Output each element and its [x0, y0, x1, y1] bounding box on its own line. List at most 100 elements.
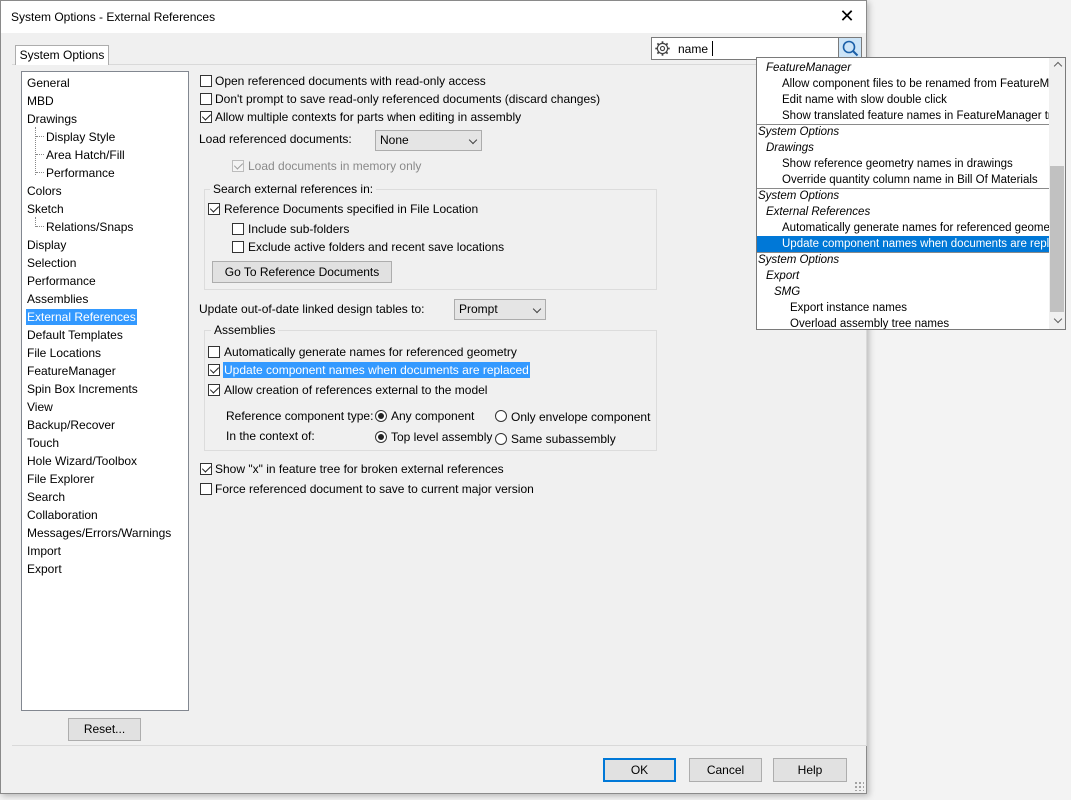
result-item[interactable]: Show reference geometry names in drawing…: [757, 156, 1065, 172]
tree-item-area-hatch[interactable]: Area Hatch/Fill: [46, 147, 125, 163]
options-tree[interactable]: General MBD Drawings Display Style Area …: [21, 71, 189, 711]
reference-documents-checkbox[interactable]: [208, 203, 220, 215]
scroll-up-icon[interactable]: [1053, 61, 1063, 71]
tree-item-search[interactable]: Search: [27, 489, 65, 505]
go-to-reference-documents-button[interactable]: Go To Reference Documents: [212, 261, 392, 283]
tree-item-display-style[interactable]: Display Style: [46, 129, 115, 145]
load-memory-label: Load documents in memory only: [248, 159, 422, 173]
tree-item-performance[interactable]: Performance: [27, 273, 96, 289]
open-readonly-checkbox[interactable]: [200, 75, 212, 87]
update-tables-dropdown[interactable]: Prompt: [454, 299, 546, 320]
tree-item-drawings-performance[interactable]: Performance: [46, 165, 115, 181]
load-referenced-dropdown[interactable]: None: [375, 130, 482, 151]
tree-item-default-templates[interactable]: Default Templates: [27, 327, 123, 343]
scrollbar-thumb[interactable]: [1050, 166, 1064, 312]
tree-item-touch[interactable]: Touch: [27, 435, 59, 451]
result-category: External References: [766, 206, 871, 218]
tree-item-display[interactable]: Display: [27, 237, 66, 253]
tree-item-file-explorer[interactable]: File Explorer: [27, 471, 94, 487]
tree-item-assemblies[interactable]: Assemblies: [27, 291, 88, 307]
update-tables-value: Prompt: [459, 302, 498, 316]
tree-item-general[interactable]: General: [27, 75, 70, 91]
resize-grip-icon[interactable]: [854, 781, 864, 791]
tree-item-sketch[interactable]: Sketch: [27, 201, 64, 217]
result-item-selected[interactable]: Update component names when documents ar…: [757, 236, 1065, 252]
system-options-dialog: System Options - External References ✕ S…: [0, 0, 867, 794]
only-envelope-radio[interactable]: [495, 410, 507, 422]
chevron-down-icon: [468, 135, 478, 145]
scroll-down-icon[interactable]: [1053, 314, 1063, 324]
tree-item-featuremanager[interactable]: FeatureManager: [27, 363, 116, 379]
tree-item-collaboration[interactable]: Collaboration: [27, 507, 98, 523]
cancel-button[interactable]: Cancel: [689, 758, 762, 782]
dropdown-scrollbar[interactable]: [1049, 58, 1065, 329]
close-icon[interactable]: ✕: [836, 5, 858, 27]
tree-item-file-locations[interactable]: File Locations: [27, 345, 101, 361]
auto-generate-names-label: Automatically generate names for referen…: [224, 345, 517, 359]
allow-multiple-contexts-label: Allow multiple contexts for parts when e…: [215, 110, 522, 124]
any-component-radio[interactable]: [375, 410, 387, 422]
tree-item-backup-recover[interactable]: Backup/Recover: [27, 417, 115, 433]
tree-connector: [36, 154, 44, 155]
open-readonly-label: Open referenced documents with read-only…: [215, 74, 486, 88]
tree-item-spin-box-increments[interactable]: Spin Box Increments: [27, 381, 138, 397]
top-level-assembly-radio[interactable]: [375, 431, 387, 443]
any-component-label: Any component: [391, 409, 475, 423]
result-item[interactable]: Show translated feature names in Feature…: [757, 108, 1065, 124]
update-component-names-label: Update component names when documents ar…: [223, 362, 530, 378]
force-save-checkbox[interactable]: [200, 483, 212, 495]
search-button[interactable]: [838, 38, 861, 59]
result-group: System Options: [758, 126, 840, 138]
result-item[interactable]: Export instance names: [757, 300, 1065, 316]
tree-item-import[interactable]: Import: [27, 543, 61, 559]
allow-multiple-contexts-checkbox[interactable]: [200, 111, 212, 123]
result-item[interactable]: Automatically generate names for referen…: [757, 220, 1065, 236]
tree-item-external-references[interactable]: External References: [26, 309, 137, 325]
top-level-assembly-label: Top level assembly: [391, 430, 493, 444]
show-x-checkbox[interactable]: [200, 463, 212, 475]
reset-button[interactable]: Reset...: [68, 718, 141, 741]
exclude-active-checkbox[interactable]: [232, 241, 244, 253]
result-item[interactable]: Override quantity column name in Bill Of…: [757, 172, 1065, 188]
update-component-names-checkbox[interactable]: [208, 364, 220, 376]
allow-creation-label: Allow creation of references external to…: [224, 383, 488, 397]
chevron-down-icon: [532, 304, 542, 314]
tree-item-mbd[interactable]: MBD: [27, 93, 54, 109]
tree-item-drawings[interactable]: Drawings: [27, 111, 77, 127]
tree-item-messages[interactable]: Messages/Errors/Warnings: [27, 525, 171, 541]
result-item[interactable]: Overload assembly tree names: [757, 316, 1065, 329]
tree-item-view[interactable]: View: [27, 399, 53, 415]
include-subfolders-checkbox[interactable]: [232, 223, 244, 235]
search-icon: [842, 40, 859, 57]
result-category: FeatureManager: [766, 62, 852, 74]
load-memory-checkbox[interactable]: [232, 160, 244, 172]
window-title: System Options - External References: [11, 10, 216, 24]
result-group: System Options: [758, 190, 840, 202]
ok-button[interactable]: OK: [603, 758, 676, 782]
exclude-active-label: Exclude active folders and recent save l…: [248, 240, 505, 254]
tree-item-colors[interactable]: Colors: [27, 183, 62, 199]
tree-item-hole-wizard[interactable]: Hole Wizard/Toolbox: [27, 453, 137, 469]
result-item[interactable]: Edit name with slow double click: [757, 92, 1065, 108]
search-input[interactable]: name: [678, 41, 708, 57]
tree-item-relations-snaps[interactable]: Relations/Snaps: [46, 219, 133, 235]
tree-item-export[interactable]: Export: [27, 561, 62, 577]
search-external-title: Search external references in:: [210, 181, 377, 197]
tab-system-options[interactable]: System Options: [15, 45, 109, 65]
tree-connector: [36, 226, 44, 227]
help-button[interactable]: Help: [773, 758, 847, 782]
include-subfolders-label: Include sub-folders: [248, 222, 350, 236]
tree-item-selection[interactable]: Selection: [27, 255, 76, 271]
auto-generate-names-checkbox[interactable]: [208, 346, 220, 358]
result-category: Drawings: [766, 142, 814, 154]
search-results-dropdown[interactable]: FeatureManager Allow component files to …: [756, 57, 1066, 330]
dont-prompt-checkbox[interactable]: [200, 93, 212, 105]
tree-connector: [36, 172, 44, 173]
reference-documents-label: Reference Documents specified in File Lo…: [224, 202, 479, 216]
same-subassembly-radio[interactable]: [495, 433, 507, 445]
allow-creation-checkbox[interactable]: [208, 384, 220, 396]
tree-connector: [35, 127, 36, 175]
only-envelope-label: Only envelope component: [511, 410, 651, 424]
result-item[interactable]: Allow component files to be renamed from…: [757, 76, 1065, 92]
gear-icon[interactable]: [654, 40, 671, 57]
